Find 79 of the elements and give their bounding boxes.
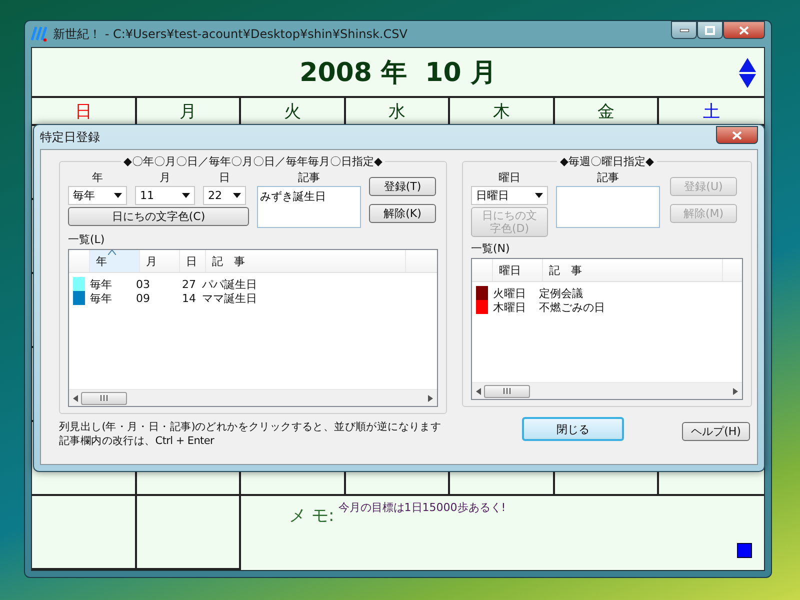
memo-field[interactable]: [556, 186, 660, 228]
maximize-icon: [705, 26, 715, 34]
register-button[interactable]: 登録(T): [369, 177, 436, 196]
close-dialog-button[interactable]: 閉じる: [522, 417, 624, 441]
month-label: 月: [158, 171, 172, 184]
list-cell-text: 火曜日: [493, 286, 527, 300]
close-icon: [739, 26, 749, 34]
memo-field[interactable]: みずき誕生日: [257, 186, 361, 228]
up-down-arrows-icon: [739, 58, 756, 88]
list-row[interactable]: 毎年 03 27 パパ誕生日: [69, 277, 437, 291]
list-cell-text: 毎年: [90, 290, 113, 306]
app-logo-icon: [31, 26, 47, 42]
scrollbar-thumb[interactable]: [484, 384, 530, 398]
minimize-icon: [680, 28, 688, 32]
list-row[interactable]: 火曜日 定例会議: [472, 286, 742, 300]
close-button[interactable]: [723, 21, 765, 39]
list-cell-text: 不燃ごみの日: [539, 300, 606, 314]
column-header[interactable]: 年: [90, 250, 140, 272]
list-cell-text: ママ誕生日: [202, 290, 258, 306]
dropdown-caret-icon: [114, 193, 122, 198]
grip-icon: [100, 395, 108, 401]
scroll-right-icon[interactable]: [733, 388, 738, 394]
group-title: ◆〇年〇月〇日／毎年〇月〇日／毎年毎月〇日指定◆: [122, 154, 384, 169]
column-header[interactable]: 記 事: [206, 250, 406, 272]
close-button[interactable]: [716, 126, 758, 144]
dialog-title: 特定日登録: [40, 128, 100, 146]
hint-text: 列見出し(年・月・日・記事)のどれかをクリックすると、並び順が逆になります: [59, 420, 442, 434]
weekday-dropdown[interactable]: 日曜日: [471, 186, 548, 205]
list-row[interactable]: 毎年 09 14 ママ誕生日: [69, 291, 437, 305]
column-header[interactable]: 記 事: [543, 259, 723, 281]
list-cell-text: 03: [136, 278, 151, 290]
month-spin-button[interactable]: [739, 58, 756, 88]
sort-caret-icon: [108, 250, 116, 255]
memo-label: 記事: [596, 171, 620, 184]
calendar-cell[interactable]: [32, 496, 137, 570]
close-icon: [732, 130, 742, 140]
day-dropdown[interactable]: 22: [203, 186, 246, 205]
year-label: 年: [91, 171, 104, 184]
scroll-left-icon[interactable]: [73, 394, 78, 402]
list-cell-text: 14: [181, 292, 197, 304]
scroll-right-icon[interactable]: [428, 394, 433, 402]
dropdown-caret-icon: [535, 193, 543, 198]
day-label: 日: [218, 171, 231, 184]
scroll-left-icon[interactable]: [476, 388, 481, 394]
column-header[interactable]: 曜日: [493, 259, 543, 281]
memo-label: 記事: [297, 171, 321, 184]
memo-label: メ モ:: [289, 505, 334, 527]
hint-text: 記事欄内の改行は、Ctrl + Enter: [59, 434, 216, 448]
column-header[interactable]: 日: [180, 250, 206, 272]
list-cell-text: 27: [181, 278, 197, 290]
list-row[interactable]: 木曜日 不燃ごみの日: [472, 300, 742, 314]
maximize-button[interactable]: [697, 21, 723, 39]
list-cell-text: パパ誕生日: [202, 276, 258, 292]
list-label: 一覧(N): [471, 241, 511, 256]
month-title: 2008 年 10 月: [300, 56, 496, 90]
horizontal-scrollbar[interactable]: [472, 382, 742, 399]
grip-icon: [502, 388, 512, 394]
delete-button[interactable]: 解除(K): [369, 204, 436, 223]
dropdown-caret-icon: [182, 193, 190, 198]
weekday-label: 曜日: [498, 171, 522, 184]
calendar-cell[interactable]: [136, 496, 242, 570]
help-button[interactable]: ヘルプ(H): [682, 422, 750, 441]
list-cell-text: 09: [136, 292, 151, 304]
scrollbar-thumb[interactable]: [81, 392, 127, 404]
group-title: ◆毎週〇曜日指定◆: [559, 154, 655, 169]
month-dropdown[interactable]: 11: [135, 186, 195, 205]
text-color-button[interactable]: 日にちの文字色(C): [68, 207, 249, 226]
list-cell-text: 木曜日: [493, 300, 527, 314]
list-cell-text: 定例会議: [539, 286, 584, 300]
minimize-button[interactable]: [671, 21, 697, 39]
dropdown-caret-icon: [233, 193, 241, 198]
square-icon: [736, 543, 752, 558]
window-title: 新世紀！ - C:¥Users¥test-acount¥Desktop¥shin¥Shinsk.CSV: [53, 26, 408, 42]
column-header[interactable]: 月: [140, 250, 180, 272]
list-cell-text: 毎年: [90, 276, 113, 292]
horizontal-scrollbar[interactable]: [69, 389, 437, 406]
list-label: 一覧(L): [68, 232, 106, 247]
year-dropdown[interactable]: 毎年: [68, 186, 127, 205]
memo-text: 今月の目標は1日15000歩あるく!: [338, 500, 506, 515]
